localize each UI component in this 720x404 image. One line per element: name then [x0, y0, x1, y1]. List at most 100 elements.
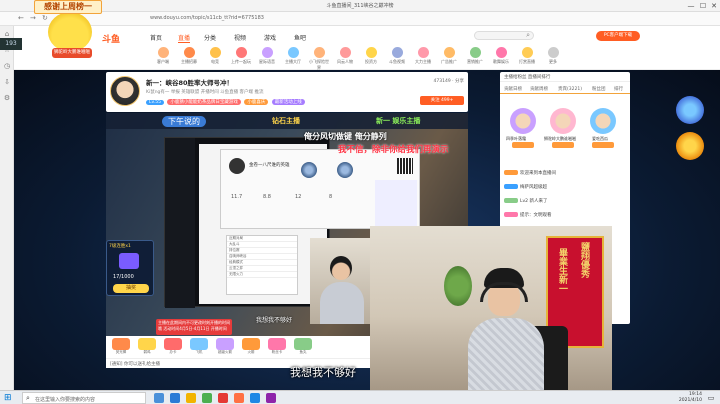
rank-avatar[interactable] [590, 108, 616, 134]
sidebar-settings-icon[interactable]: ⚙ [0, 94, 14, 106]
table-row: 无限火力 [227, 272, 297, 278]
tab-daily-rank[interactable]: 贡献日榜 [504, 86, 522, 92]
feature-icon [443, 47, 455, 58]
feature-item[interactable]: 客户端 [152, 46, 174, 68]
pc-client-download-button[interactable]: PC客户端下载 [596, 31, 640, 41]
minimize-button[interactable]: — [686, 1, 696, 11]
task-view-icon[interactable] [154, 393, 164, 403]
maximize-button[interactable]: ☐ [698, 1, 708, 11]
feature-item[interactable]: 打赏直播 [516, 46, 538, 68]
lottery-count: 17/1000 [113, 274, 134, 280]
nav-live[interactable]: 直播 [178, 33, 191, 43]
feature-item[interactable]: 风云人物 [334, 46, 356, 68]
gift-icon [242, 338, 260, 350]
feature-item[interactable]: 更多 [542, 46, 564, 68]
address-bar[interactable]: ← → ↻ www.douyu.com/topic/s11cb_tt?rid=6… [0, 12, 720, 26]
event-badge-icon[interactable] [676, 96, 704, 124]
tab-vip[interactable]: 贵宾(3221) [558, 86, 582, 92]
app-icon[interactable] [266, 393, 276, 403]
gift-item[interactable]: 办卡 [162, 338, 184, 356]
player-avatar [229, 158, 245, 174]
feature-icon [209, 47, 221, 58]
gift-icon [112, 338, 130, 350]
feature-item[interactable]: 大力主播 [412, 46, 434, 68]
lottery-title: 7级连胜x1 [109, 244, 131, 249]
tag-badge: 小鹿喜庆 [244, 99, 269, 105]
url-text[interactable]: www.douyu.com/topic/s11cb_tt?rid=6775183 [150, 15, 264, 21]
room-tags: Lv.55 小鹿猜小能能奶茶品牌日宝藏游戏 小鹿喜庆 最新活动上线 [146, 99, 307, 105]
rank-badge [552, 142, 574, 148]
feature-item[interactable]: 小飞探险世界 [308, 46, 330, 70]
start-button[interactable]: ⊞ [4, 393, 14, 403]
stat-value: 8.8 [263, 194, 271, 200]
event-badge-icon[interactable] [676, 132, 704, 160]
streamer-avatar[interactable] [110, 76, 140, 106]
rank-avatar[interactable] [510, 108, 536, 134]
chat-message: Lv2 新人来了 [504, 198, 547, 204]
feature-item[interactable]: 广告推广 [438, 46, 460, 68]
share-button[interactable]: 分享 [455, 79, 464, 84]
sidebar-history-icon[interactable]: ◷ [0, 62, 14, 74]
app-icon[interactable] [234, 393, 244, 403]
feature-item[interactable]: 投资方 [360, 46, 382, 68]
gift-item[interactable]: 飞机 [188, 338, 210, 356]
nav-game[interactable]: 游戏 [264, 33, 276, 42]
search-icon: ⌕ [26, 394, 30, 402]
rank-avatar[interactable] [550, 108, 576, 134]
tag-event[interactable]: 最新活动上线 [271, 99, 305, 105]
nav-category[interactable]: 分类 [204, 33, 216, 42]
feature-item[interactable]: 营销推广 [464, 46, 486, 68]
gift-item[interactable]: 超级火箭 [214, 338, 236, 356]
chat-message: 提示：文明观看 [504, 212, 552, 218]
feature-item[interactable]: 电竞 [204, 46, 226, 68]
fan-badge [504, 184, 518, 189]
nav-home[interactable]: 首页 [150, 33, 162, 42]
notification-icon[interactable]: ▭ [706, 393, 716, 403]
nav-yuba[interactable]: 鱼吧 [294, 33, 306, 42]
file-explorer-icon[interactable] [186, 393, 196, 403]
edge-icon[interactable] [170, 393, 180, 403]
watcher-count: 473149 · 分享 [433, 79, 464, 84]
feature-item[interactable]: 歌舞娱乐 [490, 46, 512, 68]
close-window-button[interactable]: ✕ [709, 1, 719, 11]
match-list [375, 180, 417, 226]
sidebar-download-icon[interactable]: ⇩ [0, 78, 14, 90]
feature-icon [235, 47, 247, 58]
tab-fans[interactable]: 粉丝团 [592, 86, 606, 92]
feature-item[interactable]: 上传一起玩 [230, 46, 252, 68]
rank-emblem-icon [301, 162, 317, 178]
gift-item[interactable]: 火箭 [240, 338, 262, 356]
app-icon[interactable] [218, 393, 228, 403]
feature-icon [391, 47, 403, 58]
feature-item[interactable]: 主播大厅 [282, 46, 304, 68]
client-sidebar [165, 138, 195, 308]
site-search-input[interactable]: ⌕ [474, 31, 534, 40]
gift-item[interactable]: 弱鸡 [136, 338, 158, 356]
tab-rank[interactable]: 排行 [614, 86, 623, 92]
follow-button[interactable]: 关注 499+ [420, 96, 464, 105]
gift-item[interactable]: 粉丝卡 [266, 338, 288, 356]
mascot-image [48, 12, 92, 52]
app-icon[interactable] [250, 393, 260, 403]
feature-item[interactable]: 斗鱼视频 [386, 46, 408, 68]
feature-item[interactable]: 主播招募 [178, 46, 200, 68]
gift-item[interactable]: 鱼丸 [292, 338, 314, 356]
lottery-button[interactable]: 抽奖 [113, 284, 149, 293]
room-count-badge: 193 [0, 38, 22, 50]
feature-icon-row: 客户端 主播招募 电竞 上传一起玩 星际语音 主播大厅 小飞探险世界 风云人物 … [152, 46, 564, 70]
tag-activity[interactable]: 小鹿猜小能能奶茶品牌日宝藏游戏 [167, 99, 241, 105]
gift-item[interactable]: 荧光棒 [110, 338, 132, 356]
system-clock[interactable]: 19:14 2021/4/10 [679, 392, 702, 404]
douyu-logo[interactable]: 斗鱼 [102, 32, 120, 45]
windows-taskbar: ⊞ ⌕ 在这里输入你要搜索的内容 19:14 2021/4/10 ▭ [0, 390, 720, 404]
stat-value: 8 [329, 194, 333, 200]
nav-video[interactable]: 视频 [234, 33, 246, 42]
feature-icon [495, 47, 507, 58]
browser-sidebar: ⌂ ☆ ◷ ⇩ ⚙ [0, 26, 14, 390]
feature-item[interactable]: 星际语音 [256, 46, 278, 68]
search-icon[interactable]: ⌕ [526, 31, 530, 40]
tab-weekly-rank[interactable]: 贡献周榜 [530, 86, 548, 92]
stat-value: 11.7 [231, 194, 243, 200]
app-icon[interactable] [202, 393, 212, 403]
taskbar-search-input[interactable]: ⌕ 在这里输入你要搜索的内容 [22, 392, 146, 404]
